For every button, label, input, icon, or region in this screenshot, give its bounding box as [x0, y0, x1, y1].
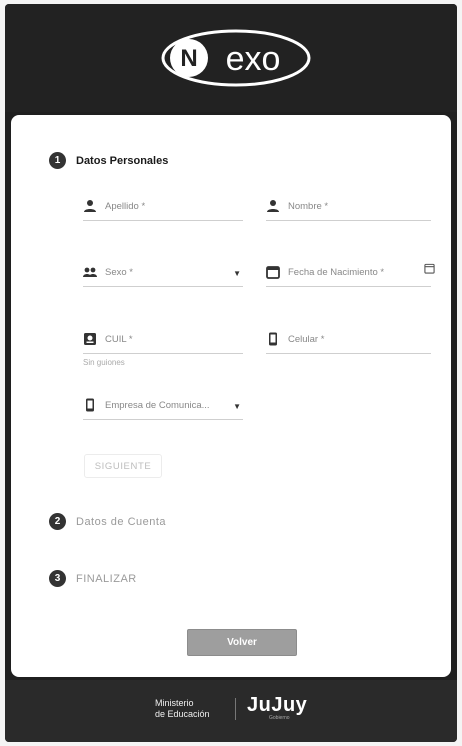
step-2-title[interactable]: Datos de Cuenta	[76, 516, 166, 528]
calendar-icon	[266, 266, 280, 279]
siguiente-button[interactable]: SIGUIENTE	[84, 454, 162, 478]
step-3-badge: 3	[49, 570, 66, 587]
step-2-badge: 2	[49, 513, 66, 530]
step-3-title[interactable]: FINALIZAR	[76, 573, 137, 585]
phone-icon	[269, 332, 277, 346]
chevron-down-icon: ▼	[233, 269, 241, 278]
province-name: JuJuy	[247, 694, 308, 716]
apellido-label: Apellido *	[105, 201, 146, 212]
fecha-nacimiento-field[interactable]: Fecha de Nacimiento *	[266, 263, 435, 287]
footer-divider	[235, 698, 236, 720]
apellido-field[interactable]: Apellido *	[83, 197, 243, 221]
volver-button[interactable]: Volver	[187, 629, 297, 656]
celular-field[interactable]: Celular *	[266, 330, 431, 354]
ministry-line-1: Ministerio	[155, 698, 194, 708]
ministry-logo: Ministerio de Educación	[155, 698, 210, 720]
logo-letter: N	[180, 45, 197, 72]
nombre-field[interactable]: Nombre *	[266, 197, 431, 221]
jujuy-logo: JuJuy Gobierno	[247, 694, 307, 721]
registration-card: 1 Datos Personales Apellido * Nombre * S…	[11, 115, 451, 677]
footer: Ministerio de Educación JuJuy Gobierno	[5, 680, 457, 742]
person-icon	[84, 200, 96, 212]
nombre-label: Nombre *	[288, 201, 329, 212]
ministry-line-2: de Educación	[155, 709, 210, 719]
fecha-label: Fecha de Nacimiento *	[288, 267, 385, 278]
celular-label: Celular *	[288, 334, 325, 345]
logo-text: exo	[226, 40, 281, 78]
phone-icon	[86, 398, 94, 412]
chevron-down-icon: ▼	[233, 402, 241, 411]
app-frame: N exo 1 Datos Personales Apellido * Nomb…	[5, 4, 457, 742]
empresa-label: Empresa de Comunica...	[105, 400, 210, 411]
cuil-label: CUIL *	[105, 334, 133, 345]
step-1-title[interactable]: Datos Personales	[76, 155, 168, 167]
id-card-icon	[84, 333, 96, 345]
sexo-label: Sexo *	[105, 267, 133, 278]
empresa-select[interactable]: Empresa de Comunica... ▼	[83, 396, 243, 420]
calendar-picker-icon[interactable]	[424, 263, 435, 274]
header: N exo	[5, 4, 457, 112]
cuil-helper-text: Sin guiones	[83, 358, 125, 367]
people-icon	[83, 267, 97, 277]
step-1-badge: 1	[49, 152, 66, 169]
person-icon	[267, 200, 279, 212]
nexo-logo: N exo	[161, 29, 311, 87]
cuil-field[interactable]: CUIL *	[83, 330, 243, 354]
sexo-select[interactable]: Sexo * ▼	[83, 263, 243, 287]
